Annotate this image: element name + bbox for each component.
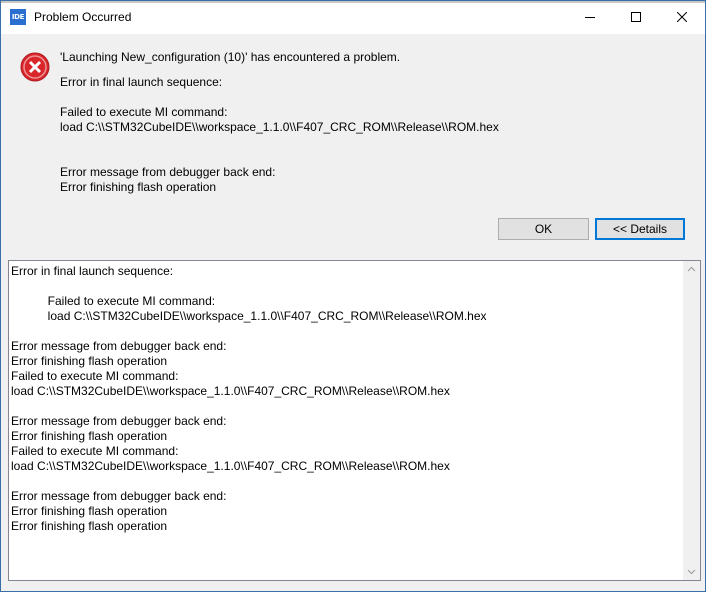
ide-app-icon: IDE — [10, 9, 26, 25]
maximize-button[interactable] — [613, 1, 659, 34]
problem-dialog: IDE Problem Occurred 'Launching New_conf… — [0, 0, 706, 592]
close-icon — [677, 12, 687, 22]
message-line: Error in final launch sequence: — [60, 75, 223, 89]
scroll-up-icon[interactable] — [687, 265, 696, 274]
dialog-bottom-edge — [1, 587, 705, 591]
message-line: Error finishing flash operation — [60, 180, 217, 194]
error-icon — [20, 52, 50, 82]
close-button[interactable] — [659, 1, 705, 34]
ok-button[interactable]: OK — [498, 218, 589, 240]
maximize-icon — [631, 12, 641, 22]
message-line: Failed to execute MI command: — [60, 105, 228, 119]
title-bar[interactable]: IDE Problem Occurred — [1, 1, 705, 34]
details-vertical-scrollbar[interactable] — [683, 261, 700, 580]
window-title: Problem Occurred — [34, 10, 132, 24]
minimize-icon — [585, 17, 595, 18]
message-line: Error message from debugger back end: — [60, 165, 276, 179]
details-textarea[interactable]: Error in final launch sequence: Failed t… — [8, 260, 701, 581]
error-headline: 'Launching New_configuration (10)' has e… — [60, 50, 401, 64]
scroll-down-icon[interactable] — [687, 567, 696, 576]
details-button[interactable]: << Details — [595, 218, 685, 240]
details-text: Error in final launch sequence: Failed t… — [11, 264, 487, 533]
minimize-button[interactable] — [567, 1, 613, 34]
message-line: load C:\\STM32CubeIDE\\workspace_1.1.0\\… — [60, 120, 499, 134]
